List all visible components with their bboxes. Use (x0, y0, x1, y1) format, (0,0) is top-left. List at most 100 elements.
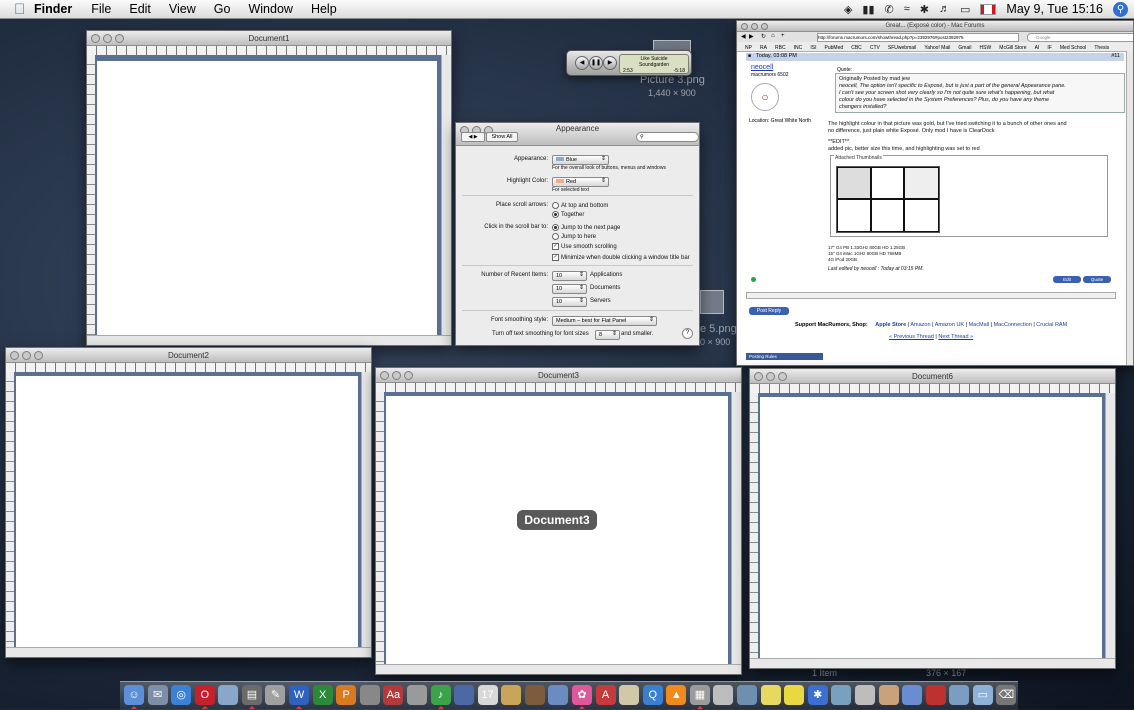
preview-icon[interactable] (548, 685, 569, 705)
battery-status-icon[interactable]: ▭ (960, 3, 970, 16)
document2-page[interactable] (16, 376, 358, 648)
stickies-icon[interactable] (784, 685, 805, 705)
document2-window[interactable]: Document2 (5, 347, 372, 658)
radio-icon[interactable] (552, 233, 559, 240)
prefs-search-field[interactable]: ⚲ (636, 132, 699, 142)
script-menu-icon[interactable]: ◈ (844, 3, 852, 16)
battery-icon[interactable]: ▮▮ (862, 3, 874, 16)
back-icon[interactable]: ◀ (741, 33, 746, 40)
grapher-icon[interactable] (454, 685, 475, 705)
previous-track-icon[interactable]: ◀ (575, 56, 589, 70)
scroll-opt-together[interactable]: Together (552, 211, 584, 218)
zoom-icon[interactable] (34, 350, 43, 360)
document1-titlebar[interactable]: Document1 (87, 31, 451, 46)
back-forward-buttons[interactable]: ◀ ▶ (461, 132, 485, 142)
vertical-ruler[interactable] (87, 55, 95, 335)
edit-button[interactable]: Edit (1053, 276, 1081, 283)
minimize-icon[interactable] (766, 371, 775, 381)
recent-docs-stepper[interactable]: 10 (552, 284, 587, 294)
document1-vscroll[interactable] (441, 55, 451, 336)
post-reply-button[interactable]: Post Reply (749, 307, 789, 315)
bookmark[interactable]: Thesis (1094, 44, 1109, 53)
document3-hscroll[interactable] (376, 664, 741, 674)
document6-window[interactable]: Document6 (749, 368, 1116, 669)
close-icon[interactable] (380, 370, 389, 380)
username-link[interactable]: neocell (751, 64, 773, 71)
attachment-thumbnail[interactable] (836, 166, 940, 233)
iphoto-icon[interactable] (218, 685, 239, 705)
scroll-opt-top-bottom[interactable]: At top and bottom (552, 202, 608, 209)
menu-window[interactable]: Window (239, 2, 301, 16)
document3-page[interactable] (386, 396, 728, 664)
radio-selected-icon[interactable] (552, 211, 559, 218)
document3-vscroll[interactable] (731, 392, 741, 665)
app-icon[interactable] (831, 685, 852, 705)
document2-vscroll[interactable] (361, 372, 371, 648)
bookmark[interactable]: RA (760, 44, 767, 53)
add-icon[interactable]: + (781, 33, 785, 39)
show-all-button[interactable]: Show All (486, 132, 518, 142)
menu-edit[interactable]: Edit (120, 2, 160, 16)
bookmark[interactable]: Med School (1060, 44, 1086, 53)
bookmark[interactable]: IF (1047, 44, 1051, 53)
menu-help[interactable]: Help (302, 2, 346, 16)
flower-icon[interactable]: ✿ (572, 685, 592, 705)
notes2-icon[interactable] (760, 685, 781, 705)
printer-icon[interactable]: ▤ (241, 685, 262, 705)
itunes-icon[interactable]: ♪ (430, 685, 451, 705)
vlc-icon[interactable]: ▲ (666, 685, 687, 705)
bookmark[interactable]: AI (1035, 44, 1040, 53)
home-icon[interactable]: ⌂ (771, 33, 775, 39)
menu-app-finder[interactable]: Finder (28, 2, 82, 16)
itunes-mini-player[interactable]: ◀ ❚❚ ▶ Like Suicide Soundgarden 2:53 -5:… (566, 50, 692, 76)
font-smoothing-popup[interactable]: Medium – best for Flat Panel (552, 316, 657, 326)
recent-servers-stepper[interactable]: 10 (552, 297, 587, 307)
acrobat-icon[interactable]: A (595, 685, 616, 705)
script-icon[interactable] (359, 685, 380, 705)
activity-icon[interactable] (925, 685, 946, 705)
previous-thread-link[interactable]: « Previous Thread (889, 334, 934, 340)
pen-icon[interactable]: ✎ (265, 685, 286, 705)
bookmark[interactable]: INC (794, 44, 803, 53)
zoom-icon[interactable] (404, 370, 413, 380)
appearance-popup[interactable]: Blue (552, 155, 609, 165)
highlight-popup[interactable]: Red (552, 177, 609, 187)
bookmark[interactable]: Yahoo! Mail (924, 44, 950, 53)
radio-selected-icon[interactable] (552, 224, 559, 231)
menu-file[interactable]: File (82, 2, 120, 16)
turn-off-size-popup[interactable]: 8 (595, 330, 620, 340)
system-icon[interactable] (737, 685, 758, 705)
bookmark[interactable]: CBC (851, 44, 862, 53)
close-icon[interactable] (10, 350, 19, 360)
next-thread-link[interactable]: Next Thread » (938, 334, 973, 340)
browser-vscroll[interactable] (1126, 51, 1133, 365)
bookmark[interactable]: SFUwebmail (888, 44, 916, 53)
quicktime-icon[interactable]: Q (642, 685, 663, 705)
shop-link[interactable]: Crucial RAM (1036, 322, 1067, 328)
safari-icon[interactable]: ◎ (171, 685, 192, 705)
ical-icon[interactable]: 17 (477, 685, 498, 705)
browser-titlebar[interactable]: Great... (Exposé color) - Mac Forums (737, 21, 1133, 32)
bookmark[interactable]: CTV (870, 44, 880, 53)
utility-icon[interactable] (713, 685, 734, 705)
zoom-icon[interactable] (778, 371, 787, 381)
minimize-icon[interactable] (392, 370, 401, 380)
document6-vscroll[interactable] (1105, 393, 1115, 659)
shop-link[interactable]: Amazon (910, 322, 930, 328)
canada-flag-icon[interactable] (980, 3, 997, 15)
shop-link[interactable]: Amazon UK (935, 322, 964, 328)
checkmark-icon[interactable]: ✓ (552, 254, 559, 261)
shop-link[interactable]: MacMall (969, 322, 989, 328)
shop-link[interactable]: Apple Store (875, 322, 906, 328)
zoom-icon[interactable] (761, 22, 768, 30)
folder-icon[interactable]: ▭ (972, 685, 993, 705)
news-icon[interactable] (406, 685, 427, 705)
zoom-icon[interactable] (115, 33, 124, 43)
brush-icon[interactable] (524, 685, 545, 705)
wifi-icon[interactable]: ≈ (904, 3, 910, 15)
document1-page[interactable] (97, 61, 437, 335)
opera-icon[interactable]: O (194, 685, 215, 705)
radio-icon[interactable] (552, 202, 559, 209)
bookmark[interactable]: HSW (980, 44, 992, 53)
bookmark[interactable]: ISI (810, 44, 816, 53)
